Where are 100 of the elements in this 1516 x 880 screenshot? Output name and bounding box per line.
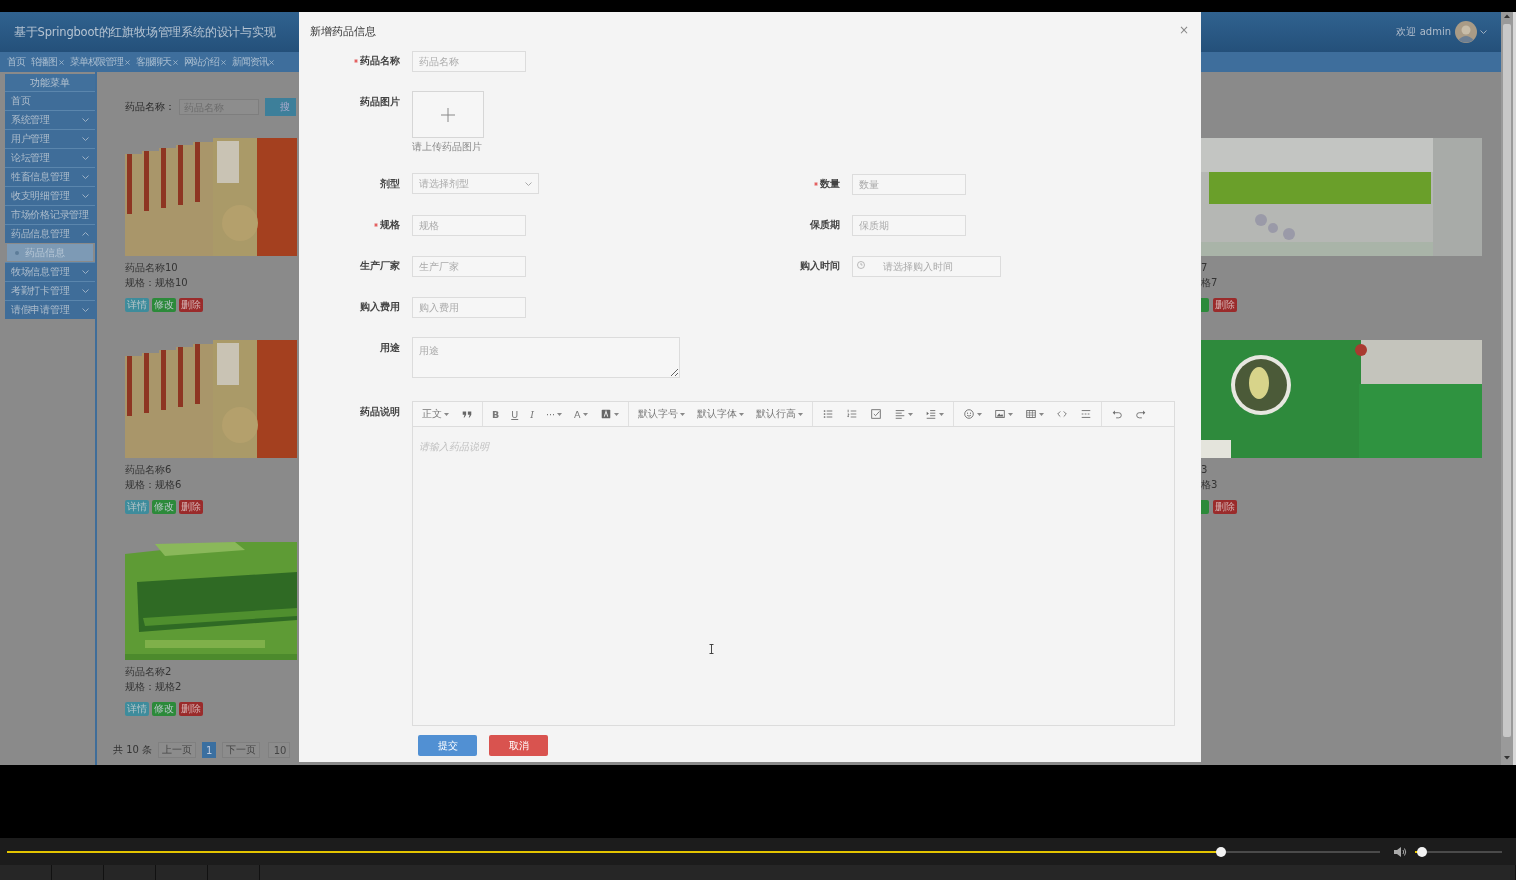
delete-button[interactable]: 删除	[1213, 298, 1237, 312]
caret-icon	[557, 412, 563, 416]
delete-button[interactable]: 删除	[179, 298, 203, 312]
close-icon	[124, 59, 130, 65]
bulleted-list-icon	[821, 408, 834, 420]
code-icon	[1055, 408, 1068, 420]
toolbar-dropdown[interactable]: 默认行高	[750, 405, 808, 423]
scrollbar[interactable]	[1501, 12, 1513, 765]
field-label: 药品图片	[360, 95, 400, 109]
input-field[interactable]: 保质期	[852, 215, 966, 236]
submit-button[interactable]: 提交	[418, 735, 477, 756]
sidebar-item[interactable]: 请假申请管理	[5, 300, 95, 319]
quote-icon	[461, 408, 473, 420]
sidebar-item[interactable]: 牲畜信息管理	[5, 167, 95, 186]
field-label: 数量	[820, 177, 840, 191]
sidebar-item[interactable]: 用户管理	[5, 129, 95, 148]
caret-icon	[1038, 412, 1044, 416]
numbered-list-icon	[845, 408, 858, 420]
toolbar-dropdown[interactable]: 正文	[417, 405, 454, 423]
edit-button[interactable]: 修改	[152, 500, 176, 514]
field-label: 购入时间	[800, 259, 840, 273]
text-cursor-icon	[709, 644, 714, 654]
welcome-text: 欢迎 admin	[1396, 25, 1451, 39]
tab[interactable]: 轮播图	[27, 55, 67, 69]
caret-icon	[444, 412, 449, 416]
medicine-spec: 格7	[1201, 277, 1219, 289]
chevron-down-icon	[525, 181, 532, 186]
edit-button[interactable]: 修改	[152, 298, 176, 312]
detail-button[interactable]: 详情	[125, 298, 149, 312]
select-field[interactable]: 请选择剂型	[412, 173, 539, 194]
app-title: 基于Springboot的红旗牧场管理系统的设计与实现	[14, 24, 276, 40]
date-field[interactable]: 请选择购入时间	[852, 256, 1001, 277]
cancel-button[interactable]: 取消	[489, 735, 548, 756]
detail-button[interactable]: 详情	[125, 500, 149, 514]
sidebar-item[interactable]: 系统管理	[5, 110, 95, 129]
bold-button[interactable]: B	[487, 405, 505, 423]
medicine-name: 药品名称10	[125, 262, 179, 274]
delete-button[interactable]: 删除	[1213, 500, 1237, 514]
detail-button[interactable]: 详情	[125, 702, 149, 716]
caret-icon	[738, 412, 744, 416]
underline-button[interactable]: U	[506, 405, 524, 423]
input-field[interactable]: 规格	[412, 215, 526, 236]
undo-icon	[1110, 408, 1123, 420]
delete-button[interactable]: 删除	[179, 702, 203, 716]
input-field[interactable]: 药品名称	[412, 51, 526, 72]
medicine-name: 药品名称6	[125, 464, 173, 476]
close-icon	[59, 59, 64, 65]
sidebar-item[interactable]: 收支明细管理	[5, 186, 95, 205]
sidebar-item[interactable]: 市场价格记录管理	[5, 205, 95, 224]
medicine-name: 药品名称2	[125, 666, 173, 678]
italic-button[interactable]: I	[525, 405, 539, 423]
close-button[interactable]: ×	[1178, 24, 1189, 36]
input-field[interactable]: 数量	[852, 174, 966, 195]
toolbar-dropdown[interactable]: 默认字体	[691, 405, 749, 423]
caret-icon	[938, 412, 944, 416]
tab[interactable]: 首页	[4, 55, 28, 69]
divider-icon	[1079, 408, 1092, 420]
edit-button[interactable]: 修改	[152, 702, 176, 716]
sidebar-item[interactable]: 药品信息管理	[5, 224, 95, 243]
volume-icon[interactable]	[1393, 845, 1407, 858]
progress-handle[interactable]	[1215, 846, 1226, 857]
sidebar-item[interactable]: 首页	[5, 91, 95, 110]
page-size-select[interactable]: 10	[268, 742, 291, 758]
redo-icon	[1134, 408, 1147, 420]
medicine-spec: 规格：规格2	[125, 681, 183, 693]
field-label: 剂型	[380, 177, 400, 191]
delete-button[interactable]: 删除	[179, 500, 203, 514]
highlight-icon	[599, 408, 612, 420]
tab[interactable]: 客服聊天	[132, 55, 182, 69]
input-field[interactable]: 生产厂家	[412, 256, 526, 277]
toolbar-dropdown[interactable]: 默认字号	[632, 405, 690, 423]
field-label: 药品名称	[360, 54, 400, 68]
toolbar-dropdown[interactable]: ···	[541, 405, 568, 423]
caret-icon	[613, 412, 619, 416]
total-count: 共 10 条	[113, 743, 153, 757]
medicine-name: 7	[1201, 262, 1209, 274]
sidebar-item[interactable]: 牧场信息管理	[5, 262, 95, 281]
sidebar-item[interactable]: 论坛管理	[5, 148, 95, 167]
sidebar-item[interactable]: 考勤打卡管理	[5, 281, 95, 300]
checklist-icon	[869, 408, 882, 420]
input-field[interactable]: 购入费用	[412, 297, 526, 318]
textarea-field[interactable]: 用途	[412, 337, 680, 378]
toolbar-dropdown[interactable]: A	[569, 405, 593, 423]
tab[interactable]: 新闻资讯	[229, 55, 278, 69]
clock-icon	[857, 261, 865, 269]
medicine-spec: 规格：规格6	[125, 479, 183, 491]
close-icon	[269, 59, 275, 65]
tab[interactable]: 菜单权限管理	[67, 55, 133, 69]
image-icon	[993, 408, 1006, 420]
chevron-down-icon	[1480, 30, 1487, 34]
search-label: 药品名称：	[125, 100, 176, 114]
volume-handle[interactable]	[1416, 846, 1427, 857]
caret-icon	[797, 412, 803, 416]
field-label: 保质期	[810, 218, 840, 232]
avatar-icon[interactable]	[1455, 21, 1477, 43]
close-icon	[173, 59, 179, 65]
page-button[interactable]: 1	[202, 742, 217, 758]
search-button[interactable]: 搜	[265, 98, 296, 116]
tab[interactable]: 网站介绍	[181, 55, 230, 69]
caret-icon	[976, 412, 982, 416]
